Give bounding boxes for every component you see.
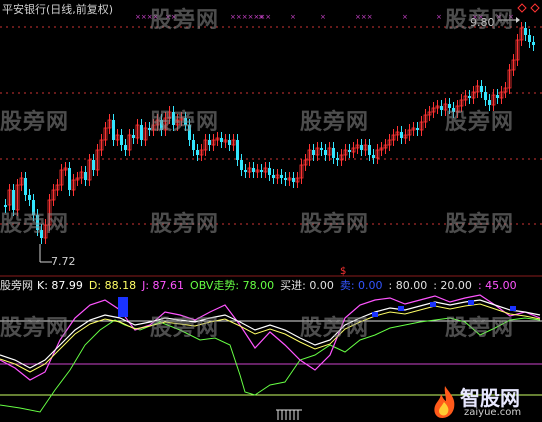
candle-body <box>228 140 231 145</box>
price-grid-lines <box>0 26 542 225</box>
candle-body <box>4 205 7 207</box>
candle-body <box>496 95 499 98</box>
diamond-marker <box>517 3 527 13</box>
site-logo[interactable]: 智股网 zaiyue.com <box>430 382 540 422</box>
level80-value: : 80.00 <box>388 279 428 292</box>
candle-body <box>252 168 255 172</box>
level20-value: : 20.00 <box>433 279 472 292</box>
d-value: D: 88.18 <box>88 279 137 292</box>
k-value: K: 87.99 <box>37 279 83 292</box>
candle-body <box>148 128 151 130</box>
candle-body <box>348 150 351 152</box>
indicator-legend: 股旁网 K: 87.99 D: 88.18 J: 87.61 OBV走势: 78… <box>0 279 523 293</box>
candle-body <box>284 178 287 180</box>
candle-body <box>320 148 323 150</box>
candle-body <box>312 150 315 155</box>
candle-body <box>184 118 187 125</box>
candle-body <box>124 145 127 150</box>
candle-body <box>484 92 487 100</box>
candle-body <box>416 128 419 130</box>
candle-body <box>528 35 531 42</box>
signal-mark: × <box>402 13 408 21</box>
j-value: J: 87.61 <box>142 279 185 292</box>
low-price-label: 7.72 <box>51 255 76 268</box>
candle-body <box>360 145 363 150</box>
candle-body <box>112 120 115 140</box>
candle-body <box>524 28 527 35</box>
candle-body <box>488 100 491 105</box>
logo-url: zaiyue.com <box>464 407 522 418</box>
signal-dot <box>398 306 404 311</box>
candle-body <box>452 108 455 112</box>
candle-body <box>372 155 375 158</box>
candle-body <box>336 158 339 160</box>
signal-dot <box>372 312 378 317</box>
candle-body <box>160 120 163 130</box>
signal-mark: × <box>290 13 296 21</box>
candle-body <box>120 135 123 145</box>
candle-body <box>36 215 39 230</box>
chart-title: 平安银行(日线,前复权) <box>2 3 114 16</box>
signal-mark: × <box>436 13 442 21</box>
candle-body <box>332 148 335 158</box>
flame-icon <box>434 386 455 418</box>
signal-dot <box>510 306 516 311</box>
signal-dot <box>430 302 436 307</box>
candle-body <box>28 195 31 200</box>
candle-body <box>220 138 223 142</box>
obv-value: OBV走势: 78.00 <box>190 279 275 292</box>
candle-body <box>400 132 403 138</box>
candle-body <box>324 150 327 155</box>
signal-mark: × <box>320 13 326 21</box>
candle-body <box>192 140 195 150</box>
candle-body <box>208 140 211 145</box>
candle-body <box>368 145 371 155</box>
candle-body <box>40 230 43 238</box>
high-price-label: 9.80 <box>470 16 495 29</box>
candle-body <box>32 200 35 215</box>
candle-body <box>448 104 451 108</box>
candle-body <box>12 190 15 210</box>
candle-body <box>132 135 135 138</box>
candle-body <box>68 168 71 190</box>
candle-body <box>188 125 191 140</box>
indicator-name: 股旁网 <box>0 279 33 292</box>
candle-body <box>140 125 143 140</box>
candle-body <box>532 42 535 45</box>
candle-body <box>244 170 247 172</box>
candle-body <box>240 160 243 170</box>
signal-dot <box>468 300 474 305</box>
d-line <box>0 303 541 373</box>
candle-body <box>236 140 239 160</box>
signal-mark: ××××××× <box>230 13 271 21</box>
candle-body <box>272 175 275 178</box>
candle-body <box>480 86 483 92</box>
buy-value: 买进: 0.00 <box>280 279 334 292</box>
k-line <box>0 299 541 369</box>
signal-mark: × <box>258 13 264 21</box>
dollar-marker: $ <box>340 266 346 277</box>
sell-value: 卖: 0.00 <box>339 279 383 292</box>
diamond-marker <box>530 3 540 13</box>
stock-chart: ×××× ×× ×××××××× × × ××× × × ×× × × $ <box>0 3 542 420</box>
candlestick-series: $ <box>4 17 535 277</box>
candle-body <box>196 150 199 155</box>
candle-body <box>268 168 271 175</box>
candle-body <box>24 178 27 195</box>
candle-body <box>92 160 95 170</box>
signal-mark: ××× <box>355 13 373 21</box>
signal-mark: ×××× <box>135 13 158 21</box>
level45-value: : 45.00 <box>477 279 517 292</box>
candle-body <box>440 106 443 110</box>
signal-bar <box>118 297 128 317</box>
candle-body <box>280 175 283 178</box>
candle-body <box>292 178 295 182</box>
signal-mark: ×× <box>165 13 177 21</box>
candle-body <box>468 96 471 98</box>
candle-body <box>84 172 87 180</box>
candle-body <box>172 112 175 125</box>
high-arrow-head <box>516 17 520 23</box>
j-line <box>0 294 541 381</box>
candle-body <box>260 170 263 172</box>
